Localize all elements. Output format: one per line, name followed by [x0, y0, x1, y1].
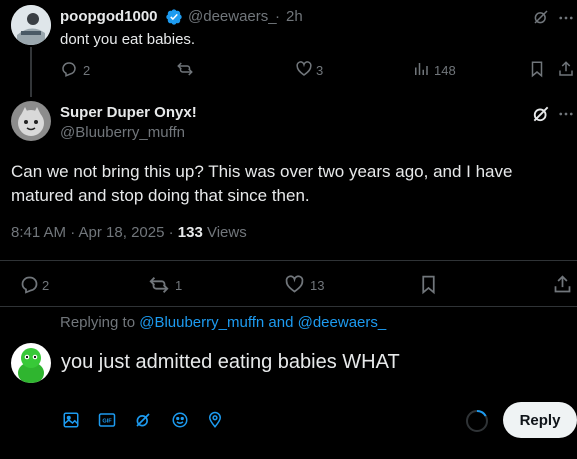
image-icon[interactable]	[62, 411, 80, 429]
parent-display-name[interactable]: poopgod1000	[60, 8, 158, 25]
bookmark-icon[interactable]	[528, 60, 546, 78]
timestamp[interactable]: 8:41 AM · Apr 18, 2025 ·	[11, 224, 174, 241]
views-icon[interactable]	[412, 60, 430, 78]
like-icon[interactable]	[295, 60, 313, 78]
main-display-name[interactable]: Super Duper Onyx!	[60, 104, 197, 121]
main-like-count: 13	[310, 278, 325, 293]
parent-time[interactable]: 2h	[286, 8, 303, 25]
parent-like-count: 3	[316, 63, 324, 78]
parent-avatar[interactable]	[11, 5, 51, 45]
main-repost-count: 1	[175, 278, 183, 293]
svg-text:GIF: GIF	[102, 419, 112, 425]
tweet-metadata: 8:41 AM · Apr 18, 2025 · 133 Views	[11, 224, 247, 241]
separator-dot: ·	[275, 8, 280, 25]
views-count: 133	[177, 224, 203, 241]
grok-icon[interactable]	[531, 104, 551, 124]
parent-reply-count: 2	[83, 63, 91, 78]
divider	[0, 306, 577, 307]
thread-line	[30, 47, 32, 97]
progress-ring-icon	[465, 409, 489, 433]
main-tweet-text: Can we not bring this up? This was over …	[11, 162, 513, 205]
more-icon[interactable]	[557, 105, 575, 123]
gif-icon[interactable]: GIF	[98, 411, 116, 429]
location-icon[interactable]	[206, 411, 224, 429]
repost-icon[interactable]	[176, 60, 194, 78]
replying-to-and[interactable]: and	[268, 314, 293, 331]
replying-to-user1[interactable]: @Bluuberry_muffn	[139, 314, 264, 331]
main-handle[interactable]: @Bluuberry_muffn	[60, 124, 185, 141]
repost-icon[interactable]	[148, 274, 170, 296]
parent-tweet-text: dont you eat babies.	[60, 31, 196, 48]
parent-view-count: 148	[434, 63, 456, 78]
replying-to-prefix: Replying to	[60, 314, 136, 331]
reply-icon[interactable]	[19, 274, 40, 295]
emoji-icon[interactable]	[171, 411, 189, 429]
bookmark-icon[interactable]	[418, 274, 439, 295]
parent-handle[interactable]: @deewaers_	[188, 8, 277, 25]
main-reply-count: 2	[42, 278, 50, 293]
share-icon[interactable]	[552, 274, 573, 295]
grok-compose-icon[interactable]	[134, 411, 152, 429]
verified-badge-icon	[165, 8, 183, 26]
composer-avatar[interactable]	[11, 343, 51, 383]
like-icon[interactable]	[284, 274, 305, 295]
reply-icon[interactable]	[60, 60, 78, 78]
reply-input[interactable]: you just admitted eating babies WHAT	[61, 351, 400, 374]
grok-icon[interactable]	[532, 8, 550, 26]
more-icon[interactable]	[557, 9, 575, 27]
share-icon[interactable]	[557, 60, 575, 78]
divider	[0, 260, 577, 261]
replying-to-line: Replying to @Bluuberry_muffn and @deewae…	[60, 314, 386, 331]
views-label: Views	[206, 224, 247, 241]
reply-button[interactable]: Reply	[503, 402, 577, 438]
main-avatar[interactable]	[11, 101, 51, 141]
replying-to-user2[interactable]: @deewaers_	[298, 314, 387, 331]
